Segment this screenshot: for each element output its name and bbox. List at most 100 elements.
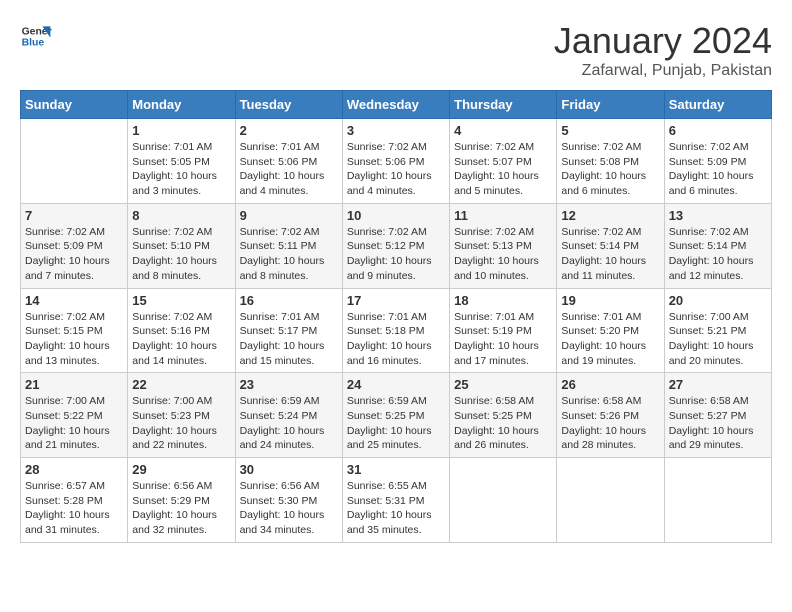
logo: General Blue bbox=[20, 20, 52, 52]
day-cell: 19 Sunrise: 7:01 AMSunset: 5:20 PMDayligh… bbox=[557, 288, 664, 373]
day-cell: 26 Sunrise: 6:58 AMSunset: 5:26 PMDayligh… bbox=[557, 373, 664, 458]
month-title: January 2024 bbox=[554, 20, 772, 62]
day-number: 22 bbox=[132, 377, 230, 392]
day-number: 20 bbox=[669, 293, 767, 308]
title-area: January 2024 Zafarwal, Punjab, Pakistan bbox=[554, 20, 772, 80]
weekday-header-monday: Monday bbox=[128, 91, 235, 119]
week-row-4: 21Sunrise: 7:00 AMSunset: 5:22 PMDayligh… bbox=[21, 373, 772, 458]
day-cell: 28 Sunrise: 6:57 AMSunset: 5:28 PMDayligh… bbox=[21, 458, 128, 543]
day-cell: 22Sunrise: 7:00 AMSunset: 5:23 PMDayligh… bbox=[128, 373, 235, 458]
day-number: 1 bbox=[132, 123, 230, 138]
weekday-header-thursday: Thursday bbox=[450, 91, 557, 119]
day-number: 13 bbox=[669, 208, 767, 223]
day-number: 28 bbox=[25, 462, 123, 477]
weekday-header-tuesday: Tuesday bbox=[235, 91, 342, 119]
week-row-3: 14 Sunrise: 7:02 AMSunset: 5:15 PMDayligh… bbox=[21, 288, 772, 373]
day-cell: 21Sunrise: 7:00 AMSunset: 5:22 PMDayligh… bbox=[21, 373, 128, 458]
day-number: 7 bbox=[25, 208, 123, 223]
day-cell bbox=[557, 458, 664, 543]
day-info: Sunrise: 6:57 AMSunset: 5:28 PMDaylight:… bbox=[25, 479, 123, 538]
day-info: Sunrise: 7:01 AMSunset: 5:17 PMDaylight:… bbox=[240, 310, 338, 369]
day-cell: 4 Sunrise: 7:02 AMSunset: 5:07 PMDaylight… bbox=[450, 119, 557, 204]
day-number: 25 bbox=[454, 377, 552, 392]
day-info: Sunrise: 7:02 AMSunset: 5:14 PMDaylight:… bbox=[561, 225, 659, 284]
day-cell: 11 Sunrise: 7:02 AMSunset: 5:13 PMDayligh… bbox=[450, 203, 557, 288]
day-info: Sunrise: 7:02 AMSunset: 5:06 PMDaylight:… bbox=[347, 140, 445, 199]
day-info: Sunrise: 7:02 AMSunset: 5:08 PMDaylight:… bbox=[561, 140, 659, 199]
location: Zafarwal, Punjab, Pakistan bbox=[554, 62, 772, 80]
week-row-2: 7 Sunrise: 7:02 AMSunset: 5:09 PMDaylight… bbox=[21, 203, 772, 288]
day-number: 4 bbox=[454, 123, 552, 138]
day-number: 23 bbox=[240, 377, 338, 392]
svg-text:Blue: Blue bbox=[22, 38, 45, 49]
day-info: Sunrise: 6:58 AMSunset: 5:26 PMDaylight:… bbox=[561, 394, 659, 453]
day-cell: 23 Sunrise: 6:59 AMSunset: 5:24 PMDayligh… bbox=[235, 373, 342, 458]
day-cell: 14 Sunrise: 7:02 AMSunset: 5:15 PMDayligh… bbox=[21, 288, 128, 373]
day-info: Sunrise: 7:02 AMSunset: 5:07 PMDaylight:… bbox=[454, 140, 552, 199]
day-cell: 15 Sunrise: 7:02 AMSunset: 5:16 PMDayligh… bbox=[128, 288, 235, 373]
day-info: Sunrise: 7:01 AMSunset: 5:06 PMDaylight:… bbox=[240, 140, 338, 199]
day-info: Sunrise: 7:02 AMSunset: 5:15 PMDaylight:… bbox=[25, 310, 123, 369]
calendar-table: SundayMondayTuesdayWednesdayThursdayFrid… bbox=[20, 90, 772, 543]
day-number: 9 bbox=[240, 208, 338, 223]
day-number: 2 bbox=[240, 123, 338, 138]
day-info: Sunrise: 6:59 AMSunset: 5:24 PMDaylight:… bbox=[240, 394, 338, 453]
day-info: Sunrise: 7:01 AMSunset: 5:19 PMDaylight:… bbox=[454, 310, 552, 369]
day-info: Sunrise: 7:02 AMSunset: 5:10 PMDaylight:… bbox=[132, 225, 230, 284]
week-row-5: 28 Sunrise: 6:57 AMSunset: 5:28 PMDayligh… bbox=[21, 458, 772, 543]
day-number: 18 bbox=[454, 293, 552, 308]
day-info: Sunrise: 7:00 AMSunset: 5:22 PMDaylight:… bbox=[25, 394, 123, 453]
day-cell: 2 Sunrise: 7:01 AMSunset: 5:06 PMDaylight… bbox=[235, 119, 342, 204]
day-cell: 6Sunrise: 7:02 AMSunset: 5:09 PMDaylight… bbox=[664, 119, 771, 204]
day-number: 17 bbox=[347, 293, 445, 308]
day-info: Sunrise: 6:55 AMSunset: 5:31 PMDaylight:… bbox=[347, 479, 445, 538]
day-info: Sunrise: 6:56 AMSunset: 5:30 PMDaylight:… bbox=[240, 479, 338, 538]
day-info: Sunrise: 6:58 AMSunset: 5:27 PMDaylight:… bbox=[669, 394, 767, 453]
day-cell: 16 Sunrise: 7:01 AMSunset: 5:17 PMDayligh… bbox=[235, 288, 342, 373]
day-cell: 8Sunrise: 7:02 AMSunset: 5:10 PMDaylight… bbox=[128, 203, 235, 288]
weekday-header-sunday: Sunday bbox=[21, 91, 128, 119]
day-cell: 5 Sunrise: 7:02 AMSunset: 5:08 PMDaylight… bbox=[557, 119, 664, 204]
day-info: Sunrise: 7:02 AMSunset: 5:12 PMDaylight:… bbox=[347, 225, 445, 284]
day-number: 31 bbox=[347, 462, 445, 477]
day-cell bbox=[21, 119, 128, 204]
day-cell: 13 Sunrise: 7:02 AMSunset: 5:14 PMDayligh… bbox=[664, 203, 771, 288]
weekday-header-friday: Friday bbox=[557, 91, 664, 119]
day-info: Sunrise: 7:02 AMSunset: 5:09 PMDaylight:… bbox=[25, 225, 123, 284]
weekday-header-wednesday: Wednesday bbox=[342, 91, 449, 119]
header: General Blue January 2024 Zafarwal, Punj… bbox=[20, 20, 772, 80]
day-cell: 30Sunrise: 6:56 AMSunset: 5:30 PMDayligh… bbox=[235, 458, 342, 543]
day-number: 26 bbox=[561, 377, 659, 392]
day-number: 29 bbox=[132, 462, 230, 477]
day-info: Sunrise: 6:56 AMSunset: 5:29 PMDaylight:… bbox=[132, 479, 230, 538]
day-number: 27 bbox=[669, 377, 767, 392]
day-info: Sunrise: 7:01 AMSunset: 5:20 PMDaylight:… bbox=[561, 310, 659, 369]
day-cell: 18 Sunrise: 7:01 AMSunset: 5:19 PMDayligh… bbox=[450, 288, 557, 373]
day-number: 16 bbox=[240, 293, 338, 308]
day-number: 3 bbox=[347, 123, 445, 138]
day-number: 14 bbox=[25, 293, 123, 308]
day-info: Sunrise: 6:58 AMSunset: 5:25 PMDaylight:… bbox=[454, 394, 552, 453]
weekday-header-row: SundayMondayTuesdayWednesdayThursdayFrid… bbox=[21, 91, 772, 119]
day-info: Sunrise: 7:00 AMSunset: 5:21 PMDaylight:… bbox=[669, 310, 767, 369]
day-cell: 3 Sunrise: 7:02 AMSunset: 5:06 PMDaylight… bbox=[342, 119, 449, 204]
day-info: Sunrise: 7:02 AMSunset: 5:13 PMDaylight:… bbox=[454, 225, 552, 284]
day-number: 5 bbox=[561, 123, 659, 138]
day-number: 15 bbox=[132, 293, 230, 308]
day-number: 24 bbox=[347, 377, 445, 392]
day-number: 19 bbox=[561, 293, 659, 308]
day-cell: 24Sunrise: 6:59 AMSunset: 5:25 PMDayligh… bbox=[342, 373, 449, 458]
day-cell: 1 Sunrise: 7:01 AMSunset: 5:05 PMDaylight… bbox=[128, 119, 235, 204]
day-cell: 7 Sunrise: 7:02 AMSunset: 5:09 PMDaylight… bbox=[21, 203, 128, 288]
day-number: 10 bbox=[347, 208, 445, 223]
day-cell: 10 Sunrise: 7:02 AMSunset: 5:12 PMDayligh… bbox=[342, 203, 449, 288]
day-info: Sunrise: 7:02 AMSunset: 5:11 PMDaylight:… bbox=[240, 225, 338, 284]
day-number: 11 bbox=[454, 208, 552, 223]
day-cell: 20 Sunrise: 7:00 AMSunset: 5:21 PMDayligh… bbox=[664, 288, 771, 373]
day-info: Sunrise: 7:02 AMSunset: 5:16 PMDaylight:… bbox=[132, 310, 230, 369]
day-number: 6 bbox=[669, 123, 767, 138]
day-cell: 25 Sunrise: 6:58 AMSunset: 5:25 PMDayligh… bbox=[450, 373, 557, 458]
day-info: Sunrise: 7:02 AMSunset: 5:14 PMDaylight:… bbox=[669, 225, 767, 284]
day-number: 12 bbox=[561, 208, 659, 223]
day-info: Sunrise: 7:01 AMSunset: 5:05 PMDaylight:… bbox=[132, 140, 230, 199]
